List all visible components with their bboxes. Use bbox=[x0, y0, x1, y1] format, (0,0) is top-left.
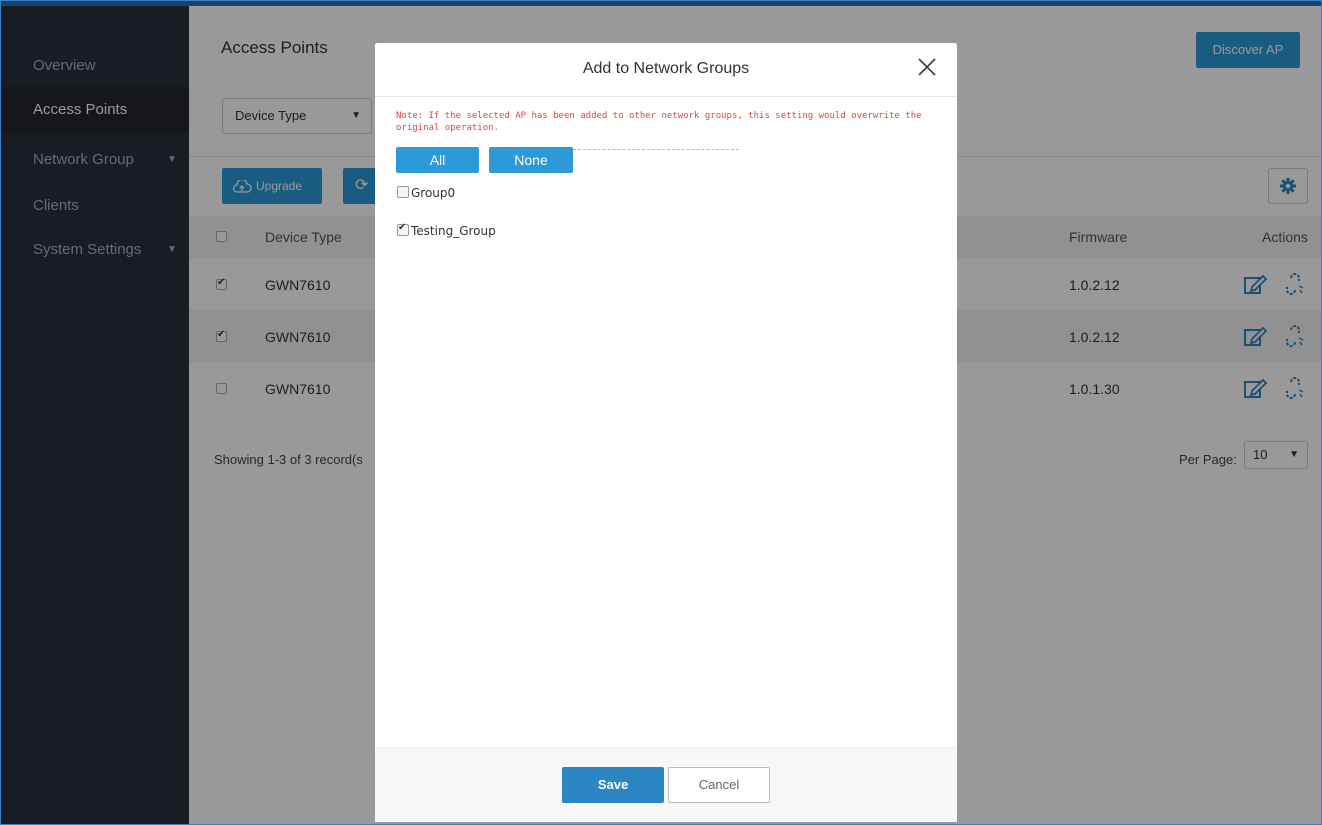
window-border bbox=[0, 0, 1322, 825]
